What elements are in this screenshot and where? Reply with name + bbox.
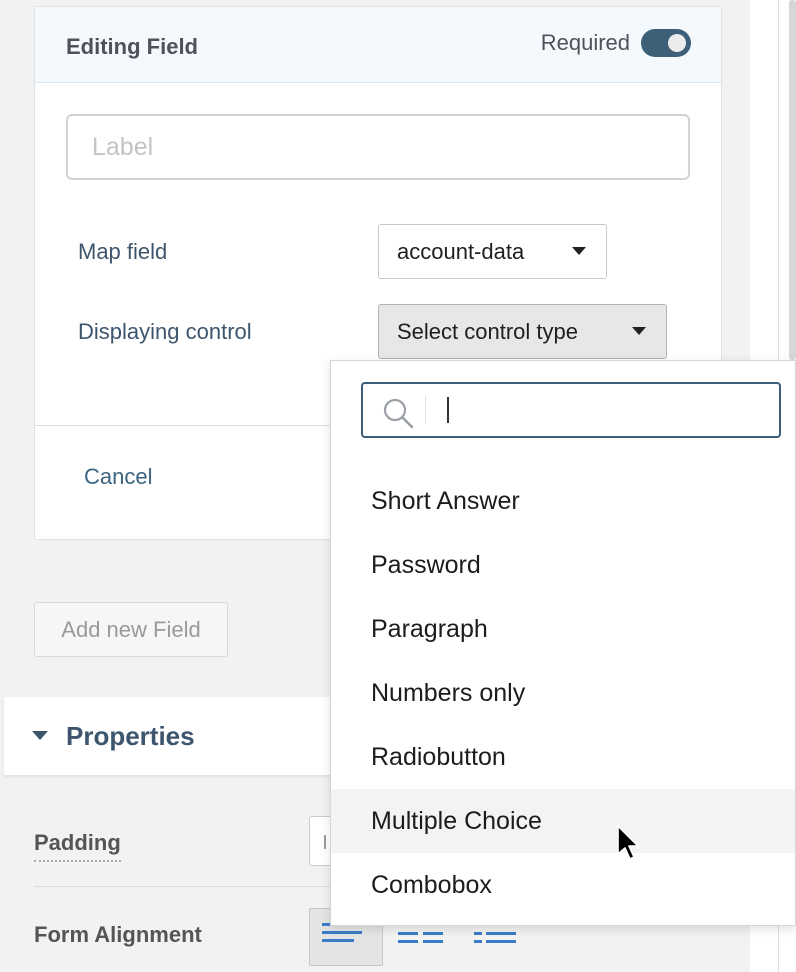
toggle-knob [668,34,686,52]
control-type-value: Select control type [397,318,578,344]
map-field-value: account-data [397,238,525,264]
editing-field-header: Editing Field Required [35,7,721,83]
map-field-label: Map field [78,239,168,264]
required-label: Required [540,30,630,55]
required-control: Required [541,29,691,57]
editing-field-title: Editing Field [66,34,198,59]
caret-down-icon [632,327,646,335]
search-divider [425,396,426,424]
caret-down-icon [572,247,586,255]
control-option[interactable]: Short Answer [331,469,795,533]
padding-input-edge [324,835,326,849]
control-options-list: Short Answer Password Paragraph Numbers onl… [331,469,795,917]
control-option[interactable]: Combobox [331,853,795,917]
control-search-box[interactable] [361,382,781,438]
mouse-pointer-icon [617,825,639,860]
control-type-menu: Short Answer Password Paragraph Numbers onl… [330,360,796,926]
collapse-caret-icon[interactable] [32,731,48,740]
map-field-dropdown[interactable]: account-data [378,224,607,279]
control-option[interactable]: Password [331,533,795,597]
form-alignment-label: Form Alignment [34,922,202,947]
label-input[interactable] [66,114,690,180]
search-icon [383,398,414,429]
control-type-dropdown[interactable]: Select control type [378,304,667,359]
add-new-field-button[interactable]: Add new Field [34,602,228,657]
control-option[interactable]: Numbers only [331,661,795,725]
control-option[interactable]: Paragraph [331,597,795,661]
displaying-control-label: Displaying control [78,319,252,344]
properties-title: Properties [66,721,195,751]
control-option[interactable]: Radiobutton [331,725,795,789]
cancel-button[interactable]: Cancel [84,464,152,490]
control-option[interactable]: Multiple Choice [331,789,795,853]
control-search-input[interactable] [441,392,761,428]
required-toggle[interactable] [641,29,691,57]
padding-label: Padding [34,830,121,862]
text-caret [447,397,449,423]
scrollbar[interactable] [789,0,796,360]
